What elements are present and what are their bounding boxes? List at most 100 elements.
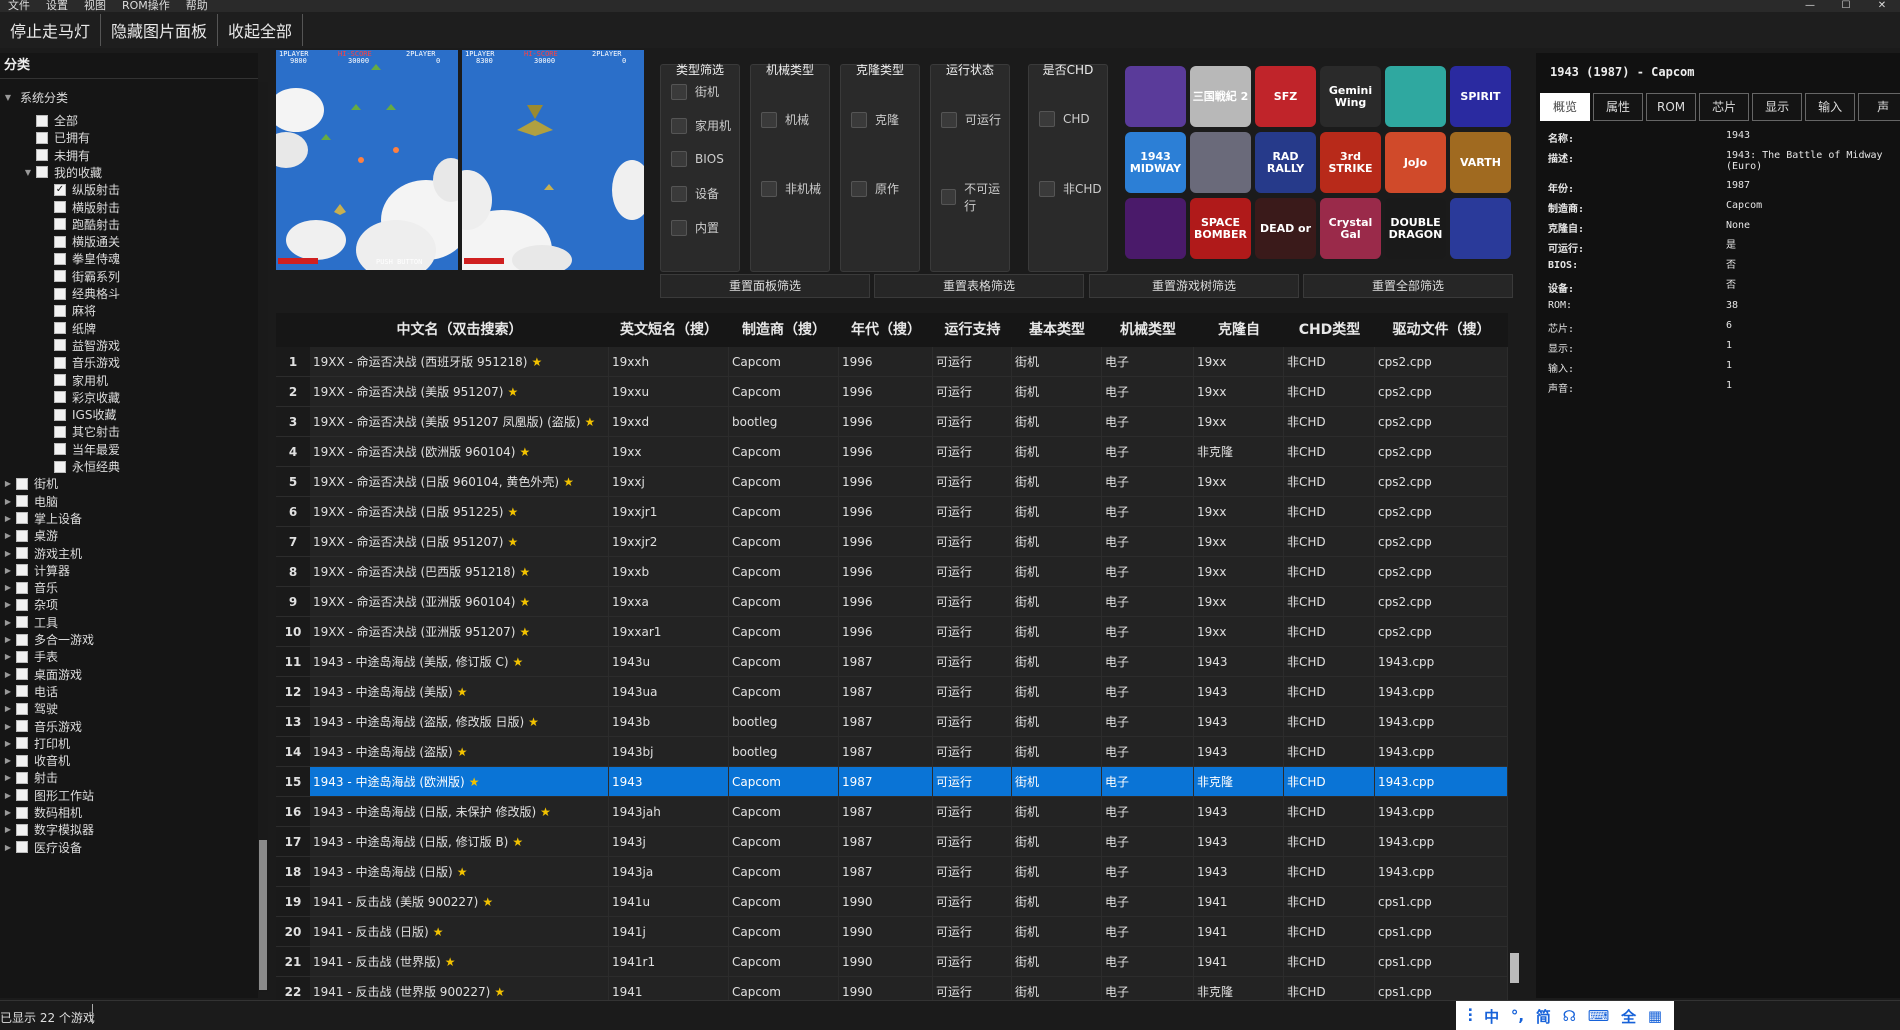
filter-option[interactable]: 克隆 bbox=[851, 111, 899, 128]
expand-arrow-icon[interactable]: ▶ bbox=[2, 531, 14, 540]
expand-arrow-icon[interactable]: ▶ bbox=[2, 687, 14, 696]
reset-filter-button[interactable]: 重置全部筛选 bbox=[1303, 274, 1513, 298]
game-cover-thumbnail[interactable]: 三国戦紀 2 bbox=[1190, 66, 1251, 127]
game-cover-thumbnail[interactable]: SPACE BOMBER bbox=[1190, 198, 1251, 259]
menu-item-2[interactable]: 视图 bbox=[76, 0, 114, 12]
close-icon[interactable]: ✕ bbox=[1864, 0, 1900, 12]
tree-checkbox[interactable] bbox=[54, 235, 66, 248]
filter-checkbox[interactable] bbox=[671, 185, 687, 202]
expand-arrow-icon[interactable]: ▶ bbox=[2, 549, 14, 558]
column-header[interactable] bbox=[276, 313, 310, 347]
tree-checkbox[interactable] bbox=[16, 598, 28, 611]
filter-checkbox[interactable] bbox=[761, 180, 777, 197]
tree-checkbox[interactable] bbox=[16, 668, 28, 681]
tree-checkbox[interactable]: ✓ bbox=[54, 183, 66, 196]
filter-option[interactable]: 内置 bbox=[671, 219, 719, 236]
tree-item[interactable]: ▶ 医疗设备 bbox=[2, 837, 82, 858]
stop-marquee-button[interactable]: 停止走马灯 bbox=[0, 14, 102, 46]
filter-checkbox[interactable] bbox=[761, 111, 777, 128]
details-tab[interactable]: 声 bbox=[1858, 93, 1900, 121]
column-header[interactable]: 机械类型 bbox=[1102, 313, 1194, 347]
reset-filter-button[interactable]: 重置游戏树筛选 bbox=[1089, 274, 1299, 298]
table-row[interactable]: 5 19XX - 命运否决战 (日版 960104, 黄色外壳) ★ 19xxj Cap… bbox=[276, 467, 1508, 497]
game-cover-thumbnail[interactable] bbox=[1125, 198, 1186, 259]
filter-option[interactable]: 机械 bbox=[761, 111, 809, 128]
tree-checkbox[interactable] bbox=[16, 737, 28, 750]
table-row[interactable]: 8 19XX - 命运否决战 (巴西版 951218) ★ 19xxb Capcom 19… bbox=[276, 557, 1508, 587]
filter-checkbox[interactable] bbox=[671, 151, 687, 167]
table-row[interactable]: 1 19XX - 命运否决战 (西班牙版 951218) ★ 19xxh Capcom 1… bbox=[276, 347, 1508, 377]
tree-checkbox[interactable] bbox=[54, 408, 66, 421]
tree-checkbox[interactable] bbox=[54, 201, 66, 213]
tree-checkbox[interactable] bbox=[54, 339, 66, 352]
game-cover-thumbnail[interactable]: 3rd STRIKE bbox=[1320, 132, 1381, 193]
filter-checkbox[interactable] bbox=[851, 111, 867, 128]
column-header[interactable]: 制造商（搜） bbox=[729, 313, 839, 347]
sidebar-scrollbar[interactable] bbox=[258, 82, 268, 992]
table-row[interactable]: 19 1941 - 反击战 (美版 900227) ★ 1941u Capcom 1990… bbox=[276, 887, 1508, 917]
table-row[interactable]: 11 1943 - 中途岛海战 (美版, 修订版 C) ★ 1943u Capcom 19… bbox=[276, 647, 1508, 677]
game-cover-thumbnail[interactable] bbox=[1125, 66, 1186, 127]
tree-checkbox[interactable] bbox=[36, 114, 48, 127]
expand-arrow-icon[interactable]: ▶ bbox=[2, 600, 14, 609]
tree-checkbox[interactable] bbox=[54, 443, 66, 456]
details-tab[interactable]: 芯片 bbox=[1699, 93, 1750, 121]
expand-arrow-icon[interactable]: ▶ bbox=[2, 635, 14, 644]
filter-option[interactable]: 设备 bbox=[671, 185, 719, 202]
filter-checkbox[interactable] bbox=[671, 83, 687, 100]
table-scrollbar[interactable] bbox=[1508, 313, 1520, 1001]
tree-checkbox[interactable] bbox=[54, 374, 66, 386]
game-cover-thumbnail[interactable]: RAD RALLY bbox=[1255, 132, 1316, 193]
filter-checkbox[interactable] bbox=[1039, 111, 1055, 127]
details-tab[interactable]: ROM bbox=[1646, 93, 1697, 121]
game-cover-thumbnail[interactable]: JoJo bbox=[1385, 132, 1446, 193]
game-cover-thumbnail[interactable]: DEAD or bbox=[1255, 198, 1316, 259]
ime-button[interactable]: 全 bbox=[1621, 1006, 1636, 1027]
tree-checkbox[interactable] bbox=[16, 581, 28, 594]
filter-option[interactable]: CHD bbox=[1039, 111, 1090, 127]
collapse-all-button[interactable]: 收起全部 bbox=[218, 14, 304, 46]
column-header[interactable]: 克隆自 bbox=[1194, 313, 1284, 347]
expand-arrow-icon[interactable]: ▶ bbox=[2, 722, 14, 731]
tree-checkbox[interactable] bbox=[16, 564, 28, 577]
filter-option[interactable]: 原作 bbox=[851, 180, 899, 197]
filter-checkbox[interactable] bbox=[941, 189, 957, 205]
tree-checkbox[interactable] bbox=[36, 149, 48, 162]
expand-arrow-icon[interactable]: ▶ bbox=[2, 739, 14, 748]
expand-arrow-icon[interactable]: ▶ bbox=[2, 514, 14, 523]
table-row[interactable]: 14 1943 - 中途岛海战 (盗版) ★ 1943bj bootleg 1987 可运行… bbox=[276, 737, 1508, 767]
game-cover-thumbnail[interactable]: Gemini Wing bbox=[1320, 66, 1381, 127]
tree-checkbox[interactable] bbox=[54, 322, 66, 335]
tree-checkbox[interactable] bbox=[36, 131, 48, 144]
tree-checkbox[interactable] bbox=[54, 218, 66, 231]
table-row[interactable]: 2 19XX - 命运否决战 (美版 951207) ★ 19xxu Capcom 199… bbox=[276, 377, 1508, 407]
details-tab[interactable]: 显示 bbox=[1752, 93, 1803, 121]
column-header[interactable]: 基本类型 bbox=[1012, 313, 1102, 347]
game-cover-thumbnail[interactable]: SFZ bbox=[1255, 66, 1316, 127]
table-row[interactable]: 9 19XX - 命运否决战 (亚洲版 960104) ★ 19xxa Capcom 19… bbox=[276, 587, 1508, 617]
details-tab[interactable]: 属性 bbox=[1593, 93, 1643, 121]
tree-checkbox[interactable] bbox=[16, 720, 28, 732]
filter-option[interactable]: 不可运行 bbox=[941, 180, 1009, 214]
expand-arrow-icon[interactable]: ▶ bbox=[2, 808, 14, 817]
tree-checkbox[interactable] bbox=[54, 252, 66, 265]
column-header[interactable]: 英文短名（搜） bbox=[609, 313, 729, 347]
reset-filter-button[interactable]: 重置面板筛选 bbox=[660, 274, 870, 298]
tree-checkbox[interactable] bbox=[16, 823, 28, 836]
table-row[interactable]: 7 19XX - 命运否决战 (日版 951207) ★ 19xxjr2 Capcom 1… bbox=[276, 527, 1508, 557]
tree-checkbox[interactable] bbox=[16, 529, 28, 542]
ime-button[interactable]: ▦ bbox=[1648, 1007, 1662, 1025]
ime-button[interactable]: 简 bbox=[1536, 1006, 1551, 1027]
expand-arrow-icon[interactable]: ▶ bbox=[2, 756, 14, 765]
filter-checkbox[interactable] bbox=[671, 219, 687, 236]
filter-option[interactable]: BIOS bbox=[671, 151, 724, 167]
filter-checkbox[interactable] bbox=[1039, 180, 1055, 197]
tree-checkbox[interactable] bbox=[16, 477, 28, 490]
filter-option[interactable]: 家用机 bbox=[671, 117, 731, 134]
expand-arrow-icon[interactable]: ▶ bbox=[2, 773, 14, 782]
expand-arrow-icon[interactable]: ▶ bbox=[2, 791, 14, 800]
column-header[interactable]: 运行支持 bbox=[933, 313, 1012, 347]
filter-option[interactable]: 街机 bbox=[671, 83, 719, 100]
tree-checkbox[interactable] bbox=[16, 650, 28, 663]
table-row[interactable]: 15 1943 - 中途岛海战 (欧洲版) ★ 1943 Capcom 1987 可运行 街机… bbox=[276, 767, 1508, 797]
